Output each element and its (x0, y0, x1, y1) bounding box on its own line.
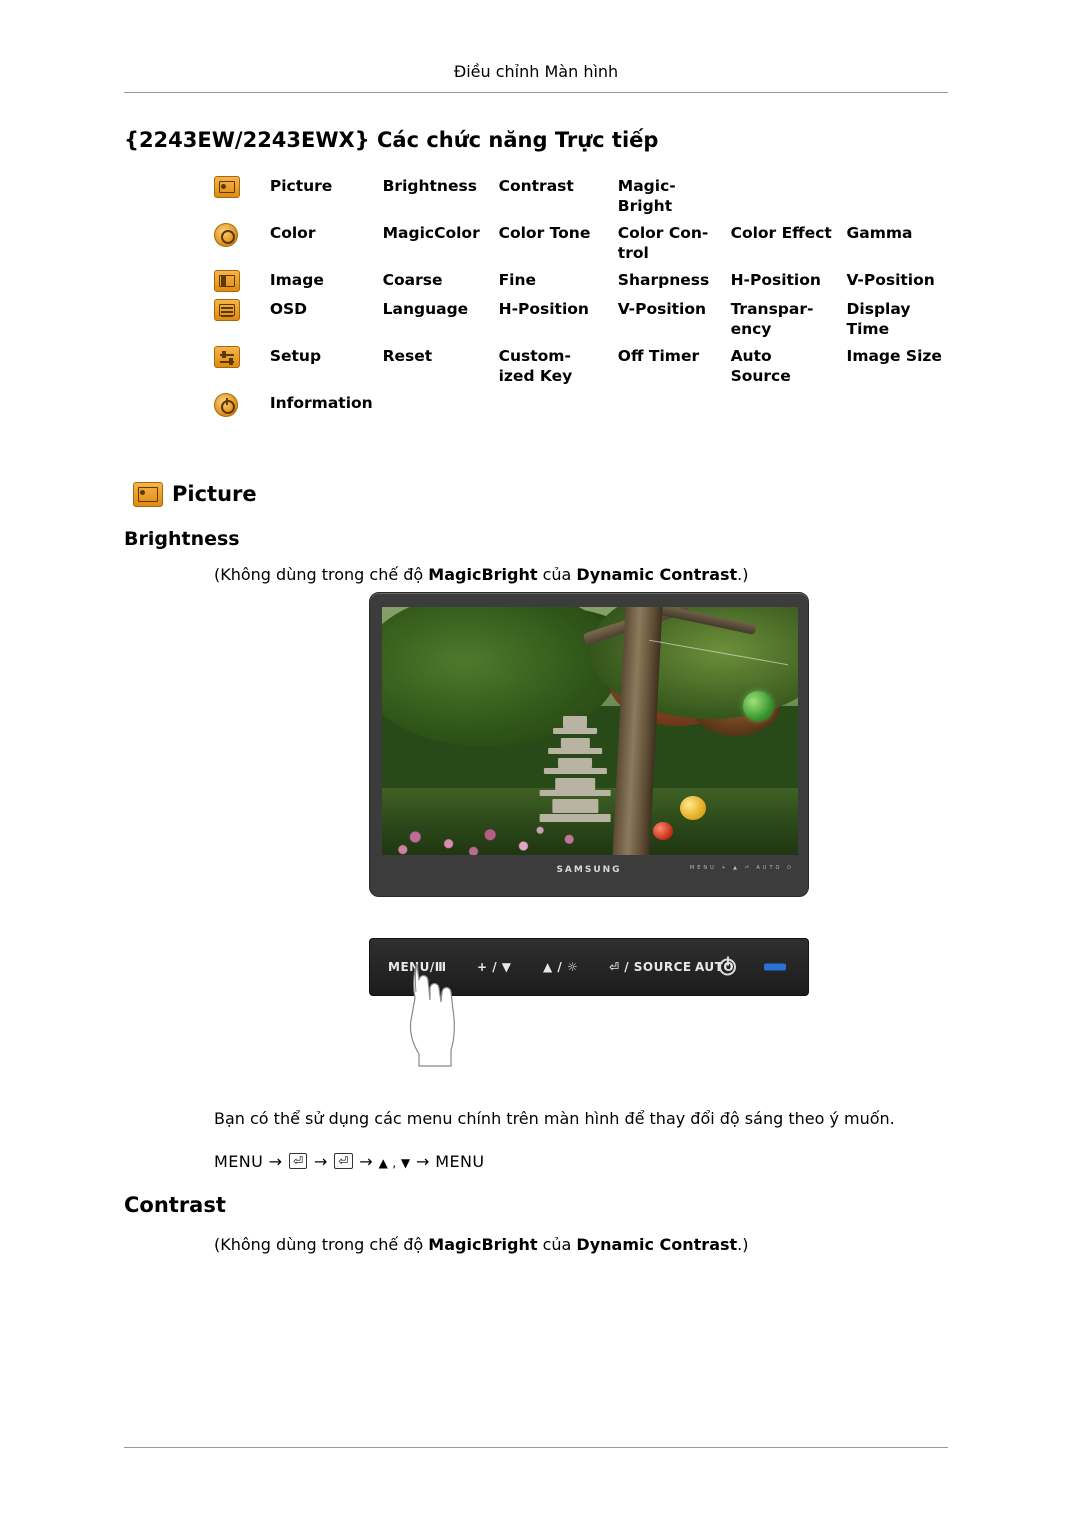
direct-functions-table: Picture Brightness Contrast Magic- Brigh… (214, 176, 954, 424)
table-row: Image Coarse Fine Sharpness H-Position V… (214, 270, 954, 299)
note-bold-dynamic-contrast: Dynamic Contrast (576, 1235, 738, 1254)
picture-icon-cell (214, 176, 270, 223)
cell: Image Size (846, 347, 942, 365)
note-mid: của (537, 565, 577, 584)
menu-path: MENU → ⏎ → ⏎ → ▲ , ▼ → MENU (214, 1152, 484, 1171)
section-heading-picture: Picture (172, 482, 257, 506)
osd-icon (214, 299, 240, 321)
cell: Brightness (382, 177, 477, 195)
monitor-button-marks: MENU + ▲ ⏎ AUTO ⏻ (689, 865, 794, 871)
note-bold-magicbright: MagicBright (428, 565, 538, 584)
cell: Gamma (846, 224, 913, 242)
footer-divider (124, 1447, 948, 1448)
menu-path-end: → MENU (415, 1152, 485, 1171)
color-icon (214, 223, 238, 247)
table-row: Setup Reset Custom- ized Key Off Timer A… (214, 346, 954, 393)
down-button-label: + / ▼ (477, 960, 512, 974)
body-paragraph: Bạn có thể sử dụng các menu chính trên m… (214, 1109, 895, 1128)
enter-key-icon: ⏎ (334, 1153, 353, 1169)
power-led-indicator (764, 963, 786, 971)
menu-path-arrow: → (359, 1152, 374, 1171)
cell: Sharpness (617, 271, 710, 289)
note-mid: của (537, 1235, 577, 1254)
color-icon-cell (214, 223, 270, 270)
cell: Off Timer (617, 347, 700, 365)
table-row: Picture Brightness Contrast Magic- Brigh… (214, 176, 954, 223)
note-suffix: .) (737, 1235, 749, 1254)
enter-key-icon: ⏎ (289, 1153, 308, 1169)
image-icon (214, 270, 240, 292)
cell: Language (382, 300, 469, 318)
image-icon-cell (214, 270, 270, 299)
cell: Color Effect (730, 224, 832, 242)
power-icon (719, 958, 736, 976)
contrast-note: (Không dùng trong chế độ MagicBright của… (214, 1235, 749, 1254)
cell: Color Con- trol (617, 224, 709, 262)
note-prefix: (Không dùng trong chế độ (214, 565, 429, 584)
cell: Magic- Bright (617, 177, 676, 215)
table-row: Information (214, 393, 954, 424)
note-bold-magicbright: MagicBright (428, 1235, 538, 1254)
brightness-note: (Không dùng trong chế độ MagicBright của… (214, 565, 749, 584)
information-icon-cell (214, 393, 270, 424)
page-title: {2243EW/2243EWX} Các chức năng Trực tiếp (124, 128, 659, 152)
section-heading-contrast: Contrast (124, 1193, 226, 1217)
cell: Display Time (846, 300, 911, 338)
note-prefix: (Không dùng trong chế độ (214, 1235, 429, 1254)
row-label: Setup (269, 347, 322, 365)
cell (847, 176, 954, 223)
photo-pagoda (540, 716, 611, 835)
table-row: Color MagicColor Color Tone Color Con- t… (214, 223, 954, 270)
cell: Reset (382, 347, 433, 365)
cell: MagicColor (382, 224, 480, 242)
row-label: Color (269, 224, 316, 242)
note-bold-dynamic-contrast: Dynamic Contrast (576, 565, 738, 584)
cell: Auto Source (730, 347, 791, 385)
cell: V-Position (617, 300, 707, 318)
hand-pointer-illustration (409, 963, 455, 1067)
picture-icon (214, 176, 240, 198)
cell: H-Position (498, 300, 589, 318)
cell: Fine (498, 271, 537, 289)
monitor-screen-photo (382, 607, 798, 855)
picture-icon (133, 482, 163, 507)
cell (731, 176, 847, 223)
header-divider (124, 92, 948, 93)
setup-icon-cell (214, 346, 270, 393)
enter-source-button-label: ⏎ / SOURCE (609, 960, 692, 974)
menu-path-arrow: → (313, 1152, 328, 1171)
cell: Color Tone (498, 224, 591, 242)
cell: V-Position (846, 271, 935, 289)
monitor-illustration: SAMSUNG MENU + ▲ ⏎ AUTO ⏻ (369, 592, 809, 897)
note-suffix: .) (737, 565, 749, 584)
row-label: Information (269, 394, 373, 412)
cell: Coarse (382, 271, 443, 289)
updown-key-icon: ▲ , ▼ (378, 1156, 411, 1170)
cell: Transpar- ency (730, 300, 814, 338)
menu-path-start: MENU → (214, 1152, 283, 1171)
up-brightness-button-label: ▲ / ☼ (543, 960, 579, 974)
row-label: OSD (269, 300, 308, 318)
section-heading-brightness: Brightness (124, 528, 240, 550)
picture-section-icon-wrap (133, 482, 163, 507)
table-row: OSD Language H-Position V-Position Trans… (214, 299, 954, 346)
row-label: Image (269, 271, 324, 289)
row-label: Picture (269, 177, 333, 195)
cell: H-Position (730, 271, 821, 289)
setup-icon (214, 346, 240, 368)
information-icon (214, 393, 238, 417)
running-header: Điều chỉnh Màn hình (453, 62, 619, 81)
cell: Custom- ized Key (498, 347, 573, 385)
cell: Contrast (498, 177, 574, 195)
document-page: Điều chỉnh Màn hình {2243EW/2243EWX} Các… (0, 0, 1080, 1527)
osd-icon-cell (214, 299, 270, 346)
